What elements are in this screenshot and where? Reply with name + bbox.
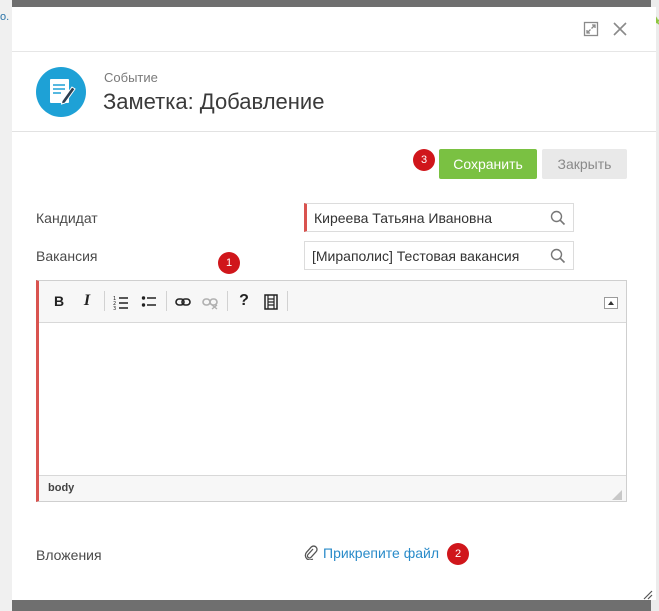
media-icon[interactable] [259, 289, 283, 313]
vacancy-label: Вакансия [36, 248, 98, 264]
close-button[interactable]: Закрыть [542, 149, 627, 179]
editor-toolbar: B I 1 2 3 ? [39, 281, 626, 323]
toolbar-divider [104, 291, 105, 311]
vacancy-value: [Мираполис] Тестовая вакансия [312, 248, 520, 264]
toolbar-collapse-button[interactable] [604, 297, 618, 309]
save-button[interactable]: Сохранить [439, 149, 537, 179]
note-edit-icon [36, 67, 86, 117]
editor-statusbar: body [39, 475, 626, 501]
svg-text:3: 3 [113, 306, 116, 310]
attach-file-link[interactable]: Прикрепите файл [304, 545, 439, 563]
italic-icon[interactable]: I [75, 289, 99, 313]
dialog-subtitle: Событие [104, 70, 158, 85]
unlink-icon[interactable] [198, 289, 222, 313]
search-icon[interactable] [550, 248, 566, 264]
expand-icon[interactable] [583, 21, 599, 37]
dialog-topbar [12, 7, 656, 52]
attach-file-label[interactable]: Прикрепите файл [323, 545, 439, 561]
vacancy-field[interactable]: [Мираполис] Тестовая вакансия [304, 241, 574, 270]
toolbar-divider [227, 291, 228, 311]
note-dialog: Событие Заметка: Добавление 3 Сохранить … [12, 7, 656, 600]
close-icon[interactable] [612, 21, 628, 37]
element-path[interactable]: body [48, 482, 74, 494]
bold-icon[interactable]: B [47, 289, 71, 313]
resize-grip-icon[interactable] [612, 487, 622, 500]
dialog-header: Событие Заметка: Добавление [12, 53, 656, 132]
numbered-list-icon[interactable]: 1 2 3 [109, 289, 133, 313]
candidate-field[interactable]: Киреева Татьяна Ивановна [304, 203, 574, 232]
paperclip-icon [304, 545, 318, 563]
candidate-label: Кандидат [36, 210, 98, 226]
search-icon[interactable] [550, 210, 566, 226]
help-icon[interactable]: ? [232, 289, 256, 313]
annotation-marker-3: 3 [413, 149, 435, 171]
attachments-label: Вложения [36, 547, 102, 563]
editor-content-area[interactable] [39, 323, 626, 476]
toolbar-divider [287, 291, 288, 311]
dialog-title: Заметка: Добавление [103, 89, 325, 114]
candidate-value: Киреева Татьяна Ивановна [314, 210, 492, 226]
backdrop-text: о. [0, 11, 10, 23]
toolbar-divider [166, 291, 167, 311]
backdrop-left-strip: о. [0, 0, 12, 611]
annotation-marker-2: 2 [447, 543, 469, 565]
bulleted-list-icon[interactable] [137, 289, 161, 313]
dialog-resize-icon[interactable] [643, 587, 653, 600]
rich-text-editor: B I 1 2 3 ? body [36, 280, 627, 502]
link-icon[interactable] [171, 289, 195, 313]
annotation-marker-1: 1 [218, 252, 240, 274]
